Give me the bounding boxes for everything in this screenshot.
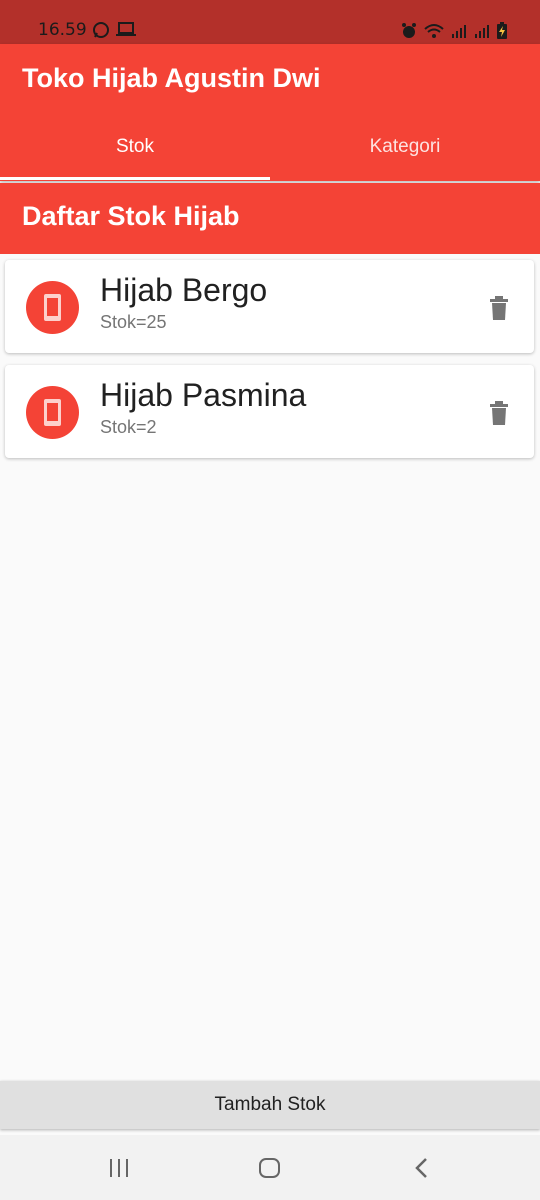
delete-button[interactable]: [488, 401, 510, 429]
item-name: Hijab Pasmina: [100, 377, 307, 413]
tab-stok[interactable]: Stok: [0, 136, 270, 158]
trash-icon[interactable]: [488, 401, 510, 425]
avatar: [26, 386, 79, 439]
list-item[interactable]: Hijab Pasmina Stok=2: [5, 365, 534, 458]
avatar: [26, 281, 79, 334]
status-right-icons: [400, 22, 508, 44]
tab-indicator: [0, 177, 270, 180]
phone-icon: [44, 399, 61, 426]
list-item[interactable]: Hijab Bergo Stok=25: [5, 260, 534, 353]
status-bar: 16.59: [0, 0, 540, 44]
alarm-icon: [401, 23, 416, 38]
app-bar: Toko Hijab Agustin Dwi Stok Kategori: [0, 44, 540, 181]
status-time: 16.59: [38, 20, 87, 40]
phone-icon: [44, 294, 61, 321]
app-title: Toko Hijab Agustin Dwi: [22, 63, 321, 93]
wifi-icon: [424, 24, 444, 38]
whatsapp-icon: [93, 22, 109, 38]
section-title: Daftar Stok Hijab: [22, 201, 240, 231]
signal-icon: [474, 25, 489, 38]
tambah-stok-button[interactable]: Tambah Stok: [0, 1081, 540, 1129]
trash-icon[interactable]: [488, 296, 510, 320]
delete-button[interactable]: [488, 296, 510, 324]
back-icon[interactable]: [412, 1157, 430, 1179]
system-nav-bar: [0, 1135, 540, 1200]
status-left-icons: [92, 21, 137, 43]
item-stock: Stok=25: [100, 312, 167, 332]
item-stock: Stok=2: [100, 417, 157, 437]
laptop-icon: [116, 22, 137, 36]
battery-charging-icon: [497, 22, 507, 39]
item-name: Hijab Bergo: [100, 272, 268, 308]
tab-kategori[interactable]: Kategori: [270, 136, 540, 158]
recent-apps-icon[interactable]: [108, 1157, 130, 1179]
section-header: Daftar Stok Hijab: [0, 183, 540, 254]
signal-icon: [451, 25, 466, 38]
home-icon[interactable]: [258, 1157, 282, 1179]
